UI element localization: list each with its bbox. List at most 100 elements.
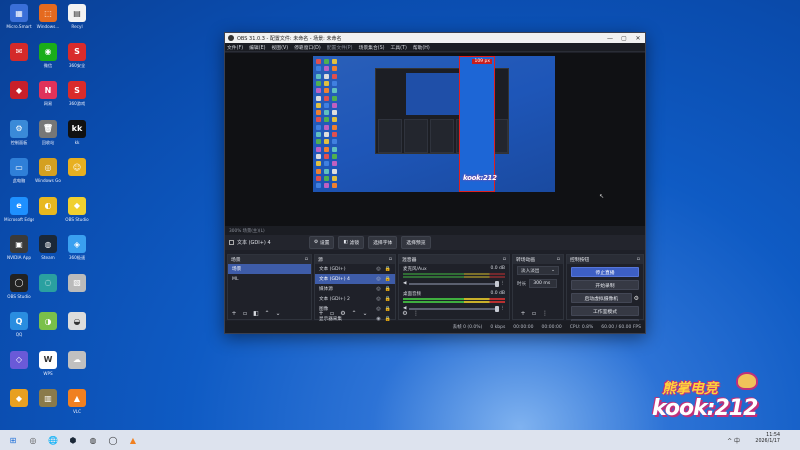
source-item[interactable]: 文本 (GDI+) 4 ◎ 🔒 xyxy=(315,274,395,284)
desktop-icon[interactable]: ▥ xyxy=(33,389,63,419)
gear-icon[interactable]: ⚙ xyxy=(634,295,639,302)
select-preview-button[interactable]: 选择预览 xyxy=(401,236,431,249)
move-up-icon[interactable]: ⌃ xyxy=(350,309,358,317)
preview-area[interactable]: 109 px kook:212 ↖ xyxy=(225,53,645,226)
obs-icon[interactable]: ◯ xyxy=(106,433,120,447)
menu-edit[interactable]: 编辑(E) xyxy=(249,44,265,51)
lock-icon[interactable]: 🔒 xyxy=(385,276,391,282)
visibility-icon[interactable]: ◎ xyxy=(376,266,380,272)
selected-source-bounds[interactable]: 109 px xyxy=(459,56,495,192)
menu-profile[interactable]: 配置文件(P) xyxy=(327,44,353,51)
desktop-icon[interactable]: ◯ OBS Studio xyxy=(4,273,34,304)
start-icon[interactable]: ⊞ xyxy=(6,433,20,447)
vlc-icon[interactable]: ▲ xyxy=(126,433,140,447)
desktop-icon[interactable]: ◈ 360极速 xyxy=(62,235,92,265)
transition-select[interactable]: 淡入淡出 ⌄ xyxy=(517,266,559,275)
desktop-icon[interactable]: ◍ Steam xyxy=(33,235,63,265)
filters-button[interactable]: ◧ 滤镜 xyxy=(338,236,365,249)
scene-item[interactable]: ML xyxy=(228,274,311,284)
remove-icon[interactable]: ▫ xyxy=(241,309,249,317)
menu-view[interactable]: 视图(V) xyxy=(271,44,288,51)
desktop-icon[interactable]: ◎ Windows Go xyxy=(33,158,63,188)
obs-title-bar[interactable]: OBS 31.0.3 - 配置文件: 未命名 - 场景: 未命名 — ▢ ✕ xyxy=(225,33,645,43)
desktop-icon[interactable]: S 360安全 xyxy=(62,42,92,73)
desktop-icon[interactable]: ◆ xyxy=(4,389,34,419)
desktop-icon[interactable]: ▣ NVIDIA App xyxy=(4,235,34,265)
start-recording-button[interactable]: 开始录制 xyxy=(571,280,639,290)
desktop-icon[interactable]: ▧ xyxy=(62,273,92,304)
duration-field[interactable]: 300 ms xyxy=(529,279,558,288)
desktop-icon[interactable]: ⚙ 控制面板 xyxy=(4,119,34,150)
desktop-icon[interactable]: kk kk xyxy=(62,119,92,150)
steam-icon[interactable]: ⬢ xyxy=(66,433,80,447)
desktop-icon[interactable]: ☺ xyxy=(62,158,92,188)
scene-item[interactable]: 场景 xyxy=(228,264,311,274)
lock-icon[interactable]: 🔒 xyxy=(385,306,391,312)
more-icon[interactable]: ⋮ xyxy=(412,309,420,317)
source-item[interactable]: 文本 (GDI+) ◎ 🔒 xyxy=(315,264,395,274)
move-up-icon[interactable]: ⌃ xyxy=(263,309,271,317)
desktop-icon[interactable]: ◉ 微信 xyxy=(33,42,63,73)
remove-icon[interactable]: ▫ xyxy=(328,309,336,317)
properties-button[interactable]: ⚙ 设置 xyxy=(309,236,335,249)
desktop-icon[interactable]: ▭ 此电脑 xyxy=(4,158,34,188)
stop-streaming-button[interactable]: 停止直播 xyxy=(571,267,639,277)
desktop-icon[interactable]: ◒ xyxy=(62,312,92,342)
desktop-icon[interactable]: ◆ xyxy=(4,81,34,111)
channel-menu-icon[interactable]: ⋮ xyxy=(501,306,506,311)
desktop-icon[interactable]: N 网易 xyxy=(33,81,63,111)
desktop-icon[interactable]: ◆ OBS Studio xyxy=(62,196,92,227)
close-button[interactable]: ✕ xyxy=(631,35,645,42)
desktop-icon[interactable]: Q QQ xyxy=(4,312,34,342)
visibility-icon[interactable]: ◎ xyxy=(376,286,380,292)
visibility-icon[interactable]: ◎ xyxy=(376,276,380,282)
menu-tools[interactable]: 工具(T) xyxy=(391,44,407,51)
menu-scene-collection[interactable]: 场景集合(S) xyxy=(359,44,385,51)
filter-icon[interactable]: ◧ xyxy=(252,309,260,317)
desktop-icon[interactable]: ◇ xyxy=(4,350,34,381)
volume-knob[interactable] xyxy=(494,305,499,312)
move-down-icon[interactable]: ⌄ xyxy=(274,309,282,317)
menu-help[interactable]: 帮助(H) xyxy=(413,44,430,51)
dock-menu-icon[interactable]: ▫ xyxy=(503,257,506,262)
volume-knob[interactable] xyxy=(494,280,499,287)
menu-file[interactable]: 文件(F) xyxy=(227,44,243,51)
desktop-icon[interactable]: ▤ Recyl xyxy=(62,4,92,34)
remove-icon[interactable]: ▫ xyxy=(530,309,538,317)
add-icon[interactable]: + xyxy=(317,309,325,317)
search-icon[interactable]: ◎ xyxy=(26,433,40,447)
lock-icon[interactable]: 🔒 xyxy=(385,286,391,292)
clock[interactable]: 11:54 2026/1/17 xyxy=(755,433,780,445)
volume-slider[interactable] xyxy=(409,280,499,287)
dock-menu-icon[interactable]: ▫ xyxy=(305,257,308,262)
lock-icon[interactable]: 🔒 xyxy=(385,266,391,272)
settings-icon[interactable]: ⚙ xyxy=(339,309,347,317)
speaker-icon[interactable]: ◀ xyxy=(403,281,406,286)
dock-menu-icon[interactable]: ▫ xyxy=(557,257,560,262)
system-tray[interactable]: ^ 中 xyxy=(727,436,740,445)
desktop-icon[interactable]: W WPS xyxy=(33,350,63,381)
source-item[interactable]: 文本 (GDI+) 2 ◎ 🔒 xyxy=(315,294,395,304)
lock-icon[interactable]: 🔒 xyxy=(385,296,391,302)
more-icon[interactable]: ⋮ xyxy=(541,309,549,317)
settings-icon[interactable]: ⚙ xyxy=(401,309,409,317)
channel-menu-icon[interactable]: ⋮ xyxy=(501,281,506,286)
visibility-icon[interactable]: ◎ xyxy=(376,296,380,302)
edge-icon[interactable]: 🌐 xyxy=(46,433,60,447)
desktop-icon[interactable]: 🗑 回收站 xyxy=(33,119,63,150)
desktop-icon[interactable]: S 360游戏 xyxy=(62,81,92,111)
desktop-icon[interactable]: ◐ xyxy=(33,196,63,227)
desktop-icon[interactable]: ◌ xyxy=(33,273,63,304)
start-virtual-camera-button[interactable]: 启动虚拟摄像机 xyxy=(571,293,632,303)
volume-slider[interactable] xyxy=(409,305,499,312)
source-item[interactable]: 媒体源 ◎ 🔒 xyxy=(315,284,395,294)
desktop-icon[interactable]: ⬚ Windows... xyxy=(33,4,63,34)
select-font-button[interactable]: 选择字体 xyxy=(368,236,398,249)
maximize-button[interactable]: ▢ xyxy=(617,35,631,42)
dock-menu-icon[interactable]: ▫ xyxy=(389,257,392,262)
desktop-icon[interactable]: ☁ xyxy=(62,350,92,381)
add-icon[interactable]: + xyxy=(519,309,527,317)
studio-mode-button[interactable]: 工作室模式 xyxy=(571,306,639,316)
move-down-icon[interactable]: ⌄ xyxy=(361,309,369,317)
desktop-icon[interactable]: ◑ xyxy=(33,312,63,342)
